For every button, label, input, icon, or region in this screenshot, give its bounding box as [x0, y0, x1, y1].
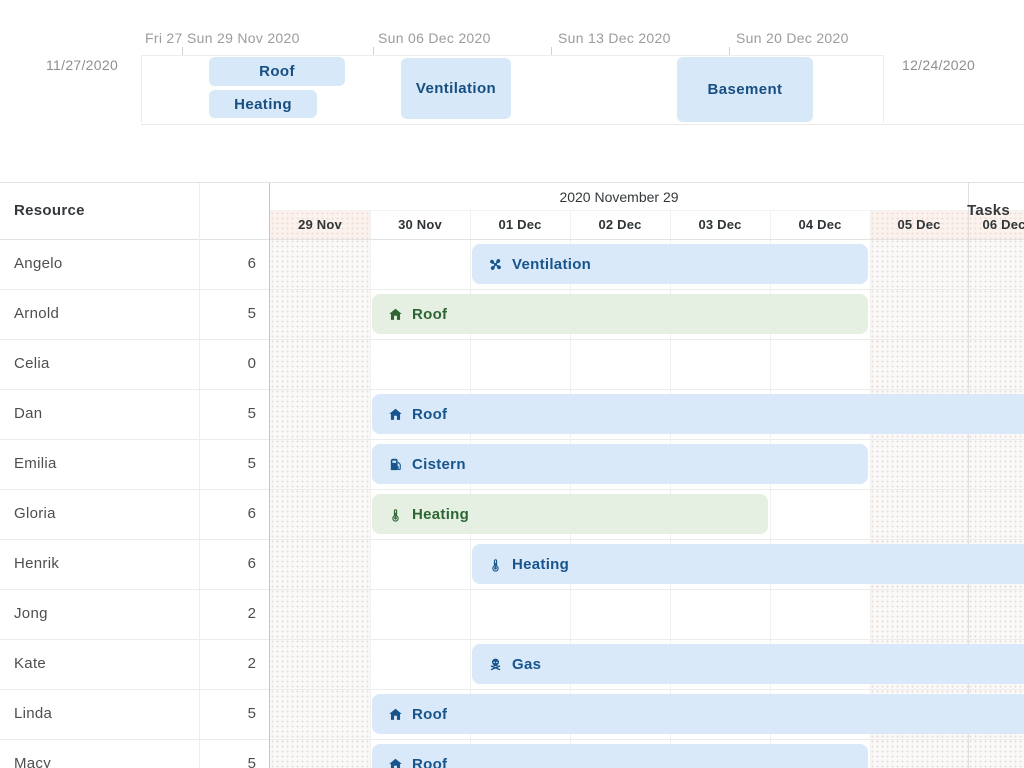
resource-name: Angelo — [14, 239, 63, 289]
resource-name: Arnold — [14, 289, 59, 339]
resource-row: Arnold 5 — [0, 289, 270, 339]
fan-icon — [488, 257, 503, 272]
task-bar-cistern[interactable]: Cistern — [372, 444, 868, 484]
resource-name: Emilia — [14, 439, 57, 489]
overview-task-bar: Basement — [677, 57, 813, 122]
resource-task-count: 5 — [248, 289, 256, 339]
resource-name: Henrik — [14, 539, 59, 589]
resource-task-count: 2 — [248, 589, 256, 639]
day-header-cell: 04 Dec — [770, 211, 870, 239]
resource-task-count: 0 — [248, 339, 256, 389]
range-selector-chart[interactable]: Roof Heating Ventilation Basement — [141, 55, 884, 123]
scale-tick — [729, 47, 730, 55]
task-bar-heating[interactable]: Heating — [472, 544, 1024, 584]
resource-task-count: 2 — [248, 639, 256, 689]
day-header-cell: 03 Dec — [670, 211, 770, 239]
task-bar-label: Roof — [412, 706, 447, 723]
task-bar-label: Roof — [412, 306, 447, 323]
day-header-cell: 01 Dec — [470, 211, 570, 239]
range-end-label: 12/24/2020 — [902, 57, 975, 73]
tasks-column-header: Tasks — [967, 183, 1010, 239]
resource-name: Jong — [14, 589, 48, 639]
resource-task-count: 5 — [248, 439, 256, 489]
timeline-area: 2020 November 29 29 Nov30 Nov01 Dec02 De… — [270, 183, 1024, 768]
resource-row: Dan 5 — [0, 389, 270, 439]
resource-column-header: Resource — [14, 183, 85, 239]
thermometer-icon — [488, 557, 503, 572]
panel-column-divider — [199, 183, 200, 768]
scale-label: Sun 06 Dec 2020 — [378, 30, 491, 46]
scale-label: Fri 27 — [145, 30, 183, 46]
resource-task-count: 5 — [248, 739, 256, 768]
resource-row: Gloria 6 — [0, 489, 270, 539]
resource-row: Angelo 6 — [0, 239, 270, 289]
thermometer-icon — [388, 507, 403, 522]
resource-name: Linda — [14, 689, 52, 739]
task-bar-label: Gas — [512, 656, 541, 673]
scale-label: Sun 29 Nov 2020 — [187, 30, 300, 46]
resource-name: Celia — [14, 339, 50, 389]
resource-task-count: 6 — [248, 489, 256, 539]
resource-row: Emilia 5 — [0, 439, 270, 489]
overview-task-bar: Heating — [209, 90, 317, 118]
task-bar-label: Roof — [412, 756, 447, 768]
day-header-cell: 05 Dec — [870, 211, 968, 239]
task-bar-roof[interactable]: Roof — [372, 394, 1024, 434]
home-icon — [388, 407, 403, 422]
resource-name: Kate — [14, 639, 46, 689]
day-header-cell: 02 Dec — [570, 211, 670, 239]
range-selector-track — [141, 124, 1024, 125]
home-icon — [388, 757, 403, 768]
task-bar-heating[interactable]: Heating — [372, 494, 768, 534]
range-selector[interactable]: 11/27/2020 12/24/2020 Fri 27 Sun 29 Nov … — [0, 0, 1024, 182]
resource-row: Linda 5 — [0, 689, 270, 739]
task-bar-ventilation[interactable]: Ventilation — [472, 244, 868, 284]
task-bar-label: Heating — [512, 556, 569, 573]
scheduler-grid: 2020 November 29 29 Nov30 Nov01 Dec02 De… — [0, 182, 1024, 768]
home-icon — [388, 307, 403, 322]
scale-label: Sun 13 Dec 2020 — [558, 30, 671, 46]
task-bar-gas[interactable]: Gas — [472, 644, 1024, 684]
resource-task-count: 6 — [248, 239, 256, 289]
scheduler-app: 11/27/2020 12/24/2020 Fri 27 Sun 29 Nov … — [0, 0, 1024, 768]
resource-row: Celia 0 — [0, 339, 270, 389]
week-header-label: 2020 November 29 — [270, 183, 968, 211]
resource-name: Macy — [14, 739, 51, 768]
resource-name: Dan — [14, 389, 42, 439]
task-bar-label: Heating — [412, 506, 469, 523]
day-header-cell: 29 Nov — [270, 211, 370, 239]
task-bar-label: Cistern — [412, 456, 466, 473]
resource-row: Henrik 6 — [0, 539, 270, 589]
overview-task-bar: Ventilation — [401, 58, 511, 119]
resource-name: Gloria — [14, 489, 56, 539]
resource-task-count: 5 — [248, 689, 256, 739]
task-bar-label: Ventilation — [512, 256, 591, 273]
resource-row: Macy 5 — [0, 739, 270, 768]
scale-tick — [182, 47, 183, 55]
range-start-label: 11/27/2020 — [46, 57, 118, 73]
scale-label: Sun 20 Dec 2020 — [736, 30, 884, 46]
skull-crossbones-icon — [488, 657, 503, 672]
day-header-cell: 30 Nov — [370, 211, 470, 239]
task-bar-roof[interactable]: Roof — [372, 294, 868, 334]
scale-tick — [551, 47, 552, 55]
resource-row: Jong 2 — [0, 589, 270, 639]
resource-task-count: 6 — [248, 539, 256, 589]
resource-task-count: 5 — [248, 389, 256, 439]
gas-pump-icon — [388, 457, 403, 472]
task-bar-label: Roof — [412, 406, 447, 423]
home-icon — [388, 707, 403, 722]
overview-task-bar: Roof — [209, 57, 345, 86]
task-bar-roof[interactable]: Roof — [372, 744, 868, 768]
resource-row: Kate 2 — [0, 639, 270, 689]
panel-timeline-divider — [269, 183, 270, 768]
task-bar-roof[interactable]: Roof — [372, 694, 1024, 734]
scale-tick — [373, 47, 374, 55]
